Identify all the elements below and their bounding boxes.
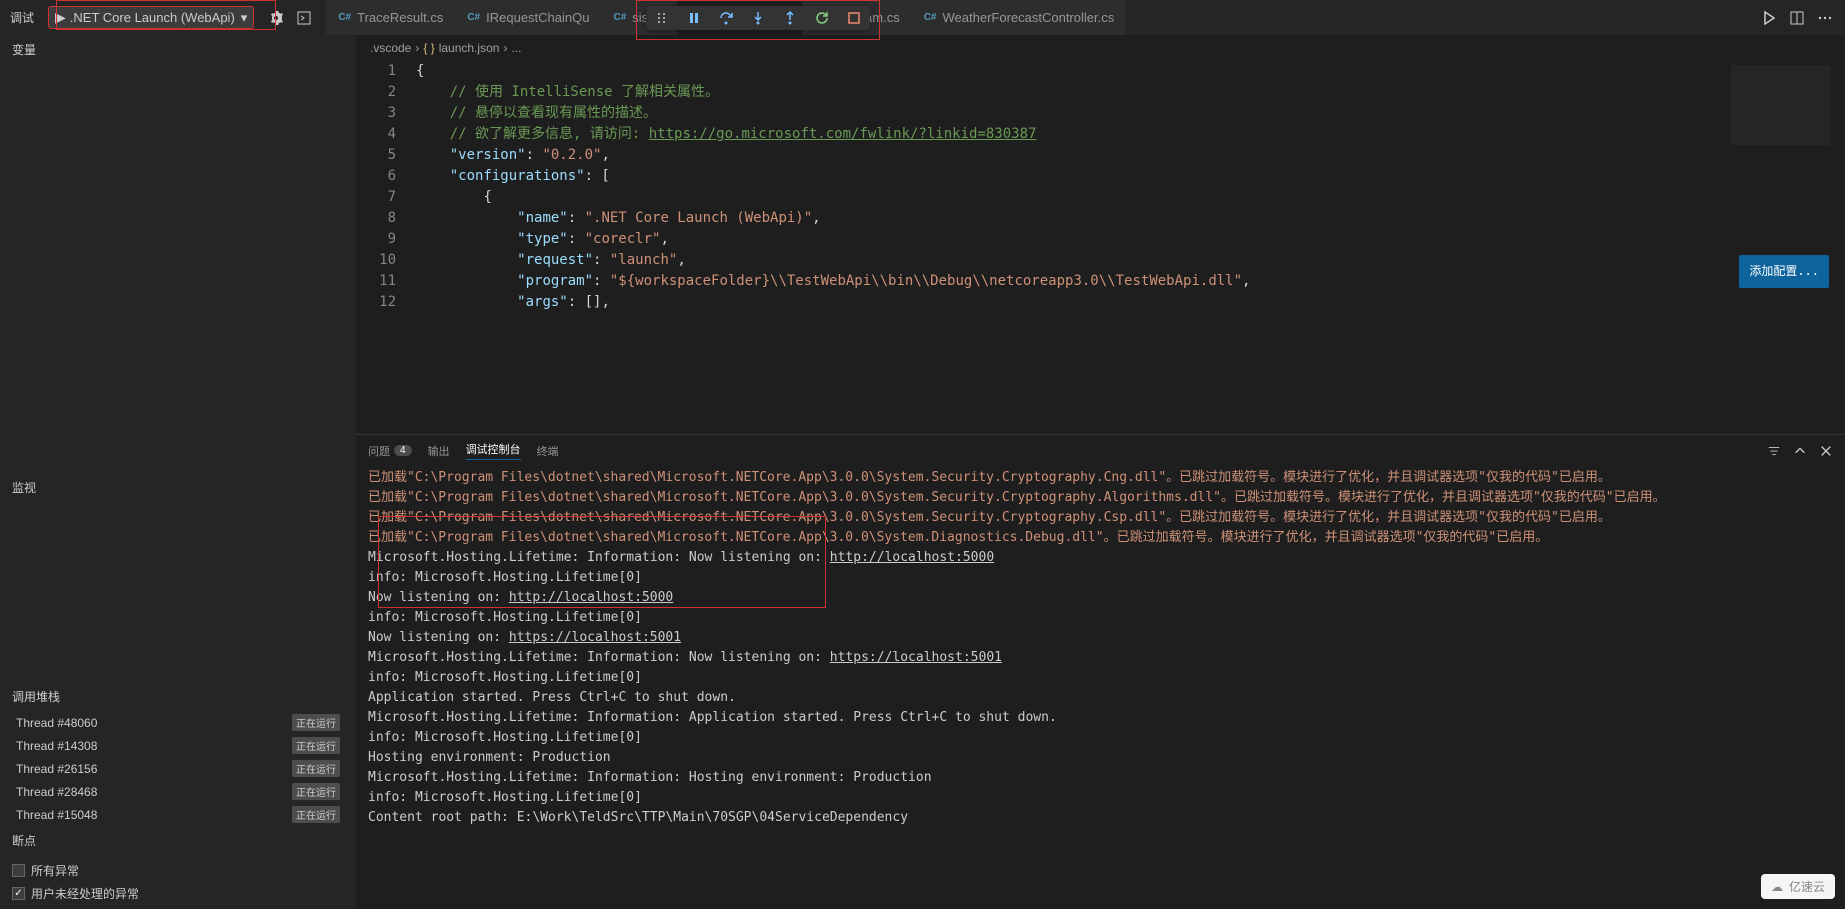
maximize-icon[interactable] <box>1793 444 1807 458</box>
close-panel-icon[interactable] <box>1819 444 1833 458</box>
tab-output[interactable]: 输出 <box>428 443 450 459</box>
console-link[interactable]: https://localhost:5001 <box>509 630 681 645</box>
console-link[interactable]: http://localhost:5000 <box>830 550 994 565</box>
launch-config-name: .NET Core Launch (WebApi) <box>70 10 235 25</box>
thread-name: Thread #48060 <box>16 716 292 730</box>
pause-icon[interactable] <box>686 10 702 26</box>
console-line: 已加载"C:\Program Files\dotnet\shared\Micro… <box>368 508 1833 528</box>
debug-view-title: 调试 <box>0 9 44 26</box>
drag-handle-icon[interactable] <box>654 10 670 26</box>
step-over-icon[interactable] <box>718 10 734 26</box>
console-line: Content root path: E:\Work\TeldSrc\TTP\M… <box>368 808 1833 828</box>
checkbox-checked-icon[interactable] <box>12 887 25 900</box>
debug-console[interactable]: 已加载"C:\Program Files\dotnet\shared\Micro… <box>356 466 1845 909</box>
csharp-icon: C# <box>338 12 351 23</box>
thread-status-badge: 正在运行 <box>292 783 340 800</box>
thread-name: Thread #15048 <box>16 808 292 822</box>
debug-sidebar: 变量 监视 调用堆栈 Thread #48060正在运行Thread #1430… <box>0 35 356 909</box>
editor-tab[interactable]: C# IRequestChainQu <box>455 0 601 35</box>
step-into-icon[interactable] <box>750 10 766 26</box>
tab-problems[interactable]: 问题 4 <box>368 443 412 459</box>
breakpoint-all-exceptions[interactable]: 所有异常 <box>12 859 344 882</box>
restart-icon[interactable] <box>814 10 830 26</box>
tab-label: WeatherForecastController.cs <box>943 10 1115 25</box>
breadcrumb-item[interactable]: launch.json <box>439 41 500 55</box>
thread-name: Thread #14308 <box>16 739 292 753</box>
editor-tab[interactable]: C# TraceResult.cs <box>326 0 455 35</box>
console-link[interactable]: http://localhost:5000 <box>509 590 673 605</box>
breadcrumb-item[interactable]: .vscode <box>370 41 411 55</box>
breakpoints-section[interactable]: 断点 <box>0 826 356 855</box>
breakpoint-user-unhandled[interactable]: 用户未经处理的异常 <box>12 882 344 905</box>
debug-toolbar[interactable] <box>646 6 870 30</box>
variables-section[interactable]: 变量 <box>0 35 356 64</box>
launch-config-dropdown[interactable]: ▶ .NET Core Launch (WebApi) ▾ <box>48 6 254 29</box>
tab-debug-console[interactable]: 调试控制台 <box>466 441 521 460</box>
console-line: info: Microsoft.Hosting.Lifetime[0] <box>368 728 1833 748</box>
thread-item[interactable]: Thread #48060正在运行 <box>4 711 352 734</box>
play-icon: ▶ <box>55 9 66 26</box>
console-line: Application started. Press Ctrl+C to shu… <box>368 688 1833 708</box>
json-icon: { } <box>423 41 434 55</box>
bottom-panel: 问题 4 输出 调试控制台 终端 已加载"C:\Program Files\do… <box>356 434 1845 909</box>
console-line: Microsoft.Hosting.Lifetime: Information:… <box>368 548 1833 568</box>
tab-label: IRequestChainQu <box>486 10 589 25</box>
add-configuration-button[interactable]: 添加配置... <box>1739 255 1829 288</box>
editor-tab[interactable]: C# WeatherForecastController.cs <box>912 0 1127 35</box>
debug-console-icon[interactable] <box>296 10 312 26</box>
minimap[interactable] <box>1731 65 1831 145</box>
thread-status-badge: 正在运行 <box>292 760 340 777</box>
console-line: info: Microsoft.Hosting.Lifetime[0] <box>368 668 1833 688</box>
callstack-section[interactable]: 调用堆栈 <box>0 682 356 711</box>
console-line: Now listening on: https://localhost:5001 <box>368 628 1833 648</box>
thread-name: Thread #26156 <box>16 762 292 776</box>
csharp-icon: C# <box>467 12 480 23</box>
thread-status-badge: 正在运行 <box>292 714 340 731</box>
thread-status-badge: 正在运行 <box>292 737 340 754</box>
console-line: Microsoft.Hosting.Lifetime: Information:… <box>368 648 1833 668</box>
csharp-icon: C# <box>613 12 626 23</box>
step-out-icon[interactable] <box>782 10 798 26</box>
tab-terminal[interactable]: 终端 <box>537 443 559 459</box>
thread-item[interactable]: Thread #15048正在运行 <box>4 803 352 826</box>
code-content[interactable]: { // 使用 IntelliSense 了解相关属性。 // 悬停以查看现有属… <box>416 61 1845 434</box>
console-line: info: Microsoft.Hosting.Lifetime[0] <box>368 608 1833 628</box>
breadcrumb[interactable]: .vscode › { } launch.json › ... <box>356 35 1845 61</box>
thread-item[interactable]: Thread #28468正在运行 <box>4 780 352 803</box>
watermark: ☁亿速云 <box>1761 874 1835 899</box>
gear-icon[interactable] <box>268 10 284 26</box>
console-line: info: Microsoft.Hosting.Lifetime[0] <box>368 568 1833 588</box>
thread-status-badge: 正在运行 <box>292 806 340 823</box>
watch-section[interactable]: 监视 <box>0 473 356 502</box>
console-line: Microsoft.Hosting.Lifetime: Information:… <box>368 768 1833 788</box>
thread-item[interactable]: Thread #26156正在运行 <box>4 757 352 780</box>
code-editor[interactable]: 123456789101112 { // 使用 IntelliSense 了解相… <box>356 61 1845 434</box>
thread-name: Thread #28468 <box>16 785 292 799</box>
run-icon[interactable] <box>1761 10 1777 26</box>
checkbox-icon[interactable] <box>12 864 25 877</box>
tab-label: TraceResult.cs <box>357 10 443 25</box>
console-line: 已加载"C:\Program Files\dotnet\shared\Micro… <box>368 528 1833 548</box>
problems-badge: 4 <box>394 445 412 456</box>
console-line: Microsoft.Hosting.Lifetime: Information:… <box>368 708 1833 728</box>
console-line: 已加载"C:\Program Files\dotnet\shared\Micro… <box>368 488 1833 508</box>
csharp-icon: C# <box>924 12 937 23</box>
chevron-down-icon: ▾ <box>241 10 248 26</box>
stop-icon[interactable] <box>846 10 862 26</box>
more-icon[interactable] <box>1817 10 1833 26</box>
console-line: Hosting environment: Production <box>368 748 1833 768</box>
breadcrumb-item[interactable]: ... <box>511 41 521 55</box>
console-link[interactable]: https://localhost:5001 <box>830 650 1002 665</box>
filter-icon[interactable] <box>1767 444 1781 458</box>
thread-item[interactable]: Thread #14308正在运行 <box>4 734 352 757</box>
split-editor-icon[interactable] <box>1789 10 1805 26</box>
console-line: 已加载"C:\Program Files\dotnet\shared\Micro… <box>368 468 1833 488</box>
console-line: Now listening on: http://localhost:5000 <box>368 588 1833 608</box>
console-line: info: Microsoft.Hosting.Lifetime[0] <box>368 788 1833 808</box>
line-gutter: 123456789101112 <box>356 61 416 434</box>
